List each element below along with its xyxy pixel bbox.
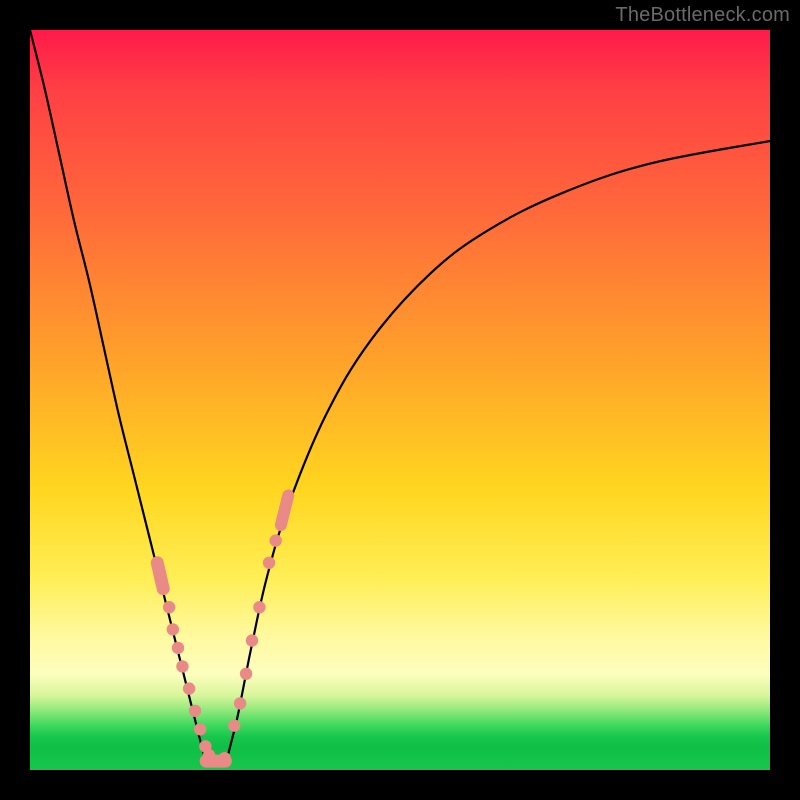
watermark-text: TheBottleneck.com (615, 4, 790, 27)
data-marker-pill (157, 563, 163, 589)
data-marker (218, 752, 230, 764)
scatter-markers (157, 495, 288, 764)
data-marker (234, 697, 246, 709)
data-marker (246, 634, 258, 646)
data-marker (183, 682, 195, 694)
data-marker (172, 642, 184, 654)
data-marker (253, 601, 265, 613)
plot-area (30, 30, 770, 770)
data-marker (228, 719, 240, 731)
data-marker-pill (281, 495, 288, 525)
data-marker (167, 623, 179, 635)
data-marker (263, 557, 275, 569)
curve-right-arm (226, 141, 770, 763)
chart-frame: TheBottleneck.com (0, 0, 800, 800)
data-marker (240, 668, 252, 680)
chart-svg (30, 30, 770, 770)
data-marker (189, 705, 201, 717)
data-marker (163, 601, 175, 613)
data-marker (176, 660, 188, 672)
data-marker (194, 723, 206, 735)
data-marker (269, 534, 281, 546)
